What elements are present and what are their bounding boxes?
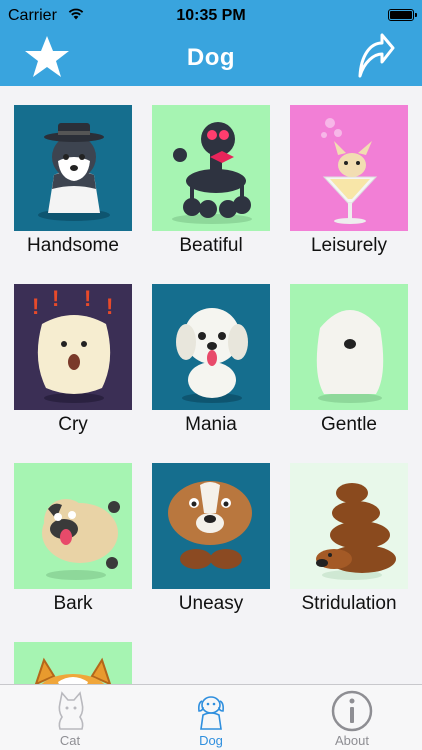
sticker-image — [290, 105, 408, 231]
sticker-label: Handsome — [27, 235, 119, 256]
tab-dog[interactable]: Dog — [141, 685, 281, 750]
sticker-image — [14, 463, 132, 589]
battery-icon — [388, 9, 417, 21]
sticker-label: Cry — [58, 414, 88, 435]
cat-icon — [58, 691, 84, 730]
sticker-partial[interactable] — [14, 642, 132, 684]
tab-about[interactable]: About — [282, 685, 422, 750]
sticker-image — [152, 284, 270, 410]
sticker-gentle[interactable]: Gentle — [290, 284, 408, 436]
sticker-label: Mania — [185, 414, 237, 435]
sticker-image — [152, 105, 270, 231]
sticker-label: Leisurely — [310, 235, 388, 256]
sticker-beatiful[interactable]: Beatiful — [152, 105, 270, 257]
sticker-image — [14, 105, 132, 231]
tab-label: About — [335, 733, 369, 748]
sticker-image — [290, 463, 408, 589]
svg-text:!: ! — [52, 286, 59, 311]
sticker-handsome[interactable]: Handsome — [14, 105, 132, 257]
sticker-label: Bark — [53, 593, 93, 614]
sticker-image — [14, 642, 132, 684]
sticker-mania[interactable]: Mania — [152, 284, 270, 436]
sticker-label: Stridulation — [301, 593, 397, 614]
svg-text:!: ! — [84, 286, 91, 311]
tab-label: Dog — [199, 733, 223, 748]
sticker-label: Beatiful — [179, 235, 243, 256]
sticker-leisurely[interactable]: Leisurely — [290, 105, 408, 257]
sticker-grid: Handsome Beatiful Leisurely ! ! ! ! Cry … — [0, 86, 422, 684]
svg-text:!: ! — [106, 294, 113, 319]
sticker-image: ! ! ! ! — [14, 284, 132, 410]
navigation-bar: Dog — [0, 33, 422, 86]
sticker-stridulation[interactable]: Stridulation — [290, 463, 408, 615]
sticker-image — [290, 284, 408, 410]
tab-label: Cat — [59, 733, 81, 748]
share-arrow-icon[interactable] — [354, 32, 396, 82]
clock: 10:35 PM — [176, 7, 246, 24]
sticker-label: Uneasy — [178, 593, 244, 614]
dog-icon — [198, 696, 224, 730]
info-icon — [331, 690, 373, 732]
sticker-uneasy[interactable]: Uneasy — [152, 463, 270, 615]
sticker-cry[interactable]: ! ! ! ! Cry — [14, 284, 132, 436]
sticker-bark[interactable]: Bark — [14, 463, 132, 615]
sticker-image — [152, 463, 270, 589]
tab-bar: Cat Dog About — [0, 684, 422, 750]
tab-cat[interactable]: Cat — [0, 685, 140, 750]
sticker-label: Gentle — [321, 414, 377, 435]
svg-text:!: ! — [32, 294, 39, 319]
